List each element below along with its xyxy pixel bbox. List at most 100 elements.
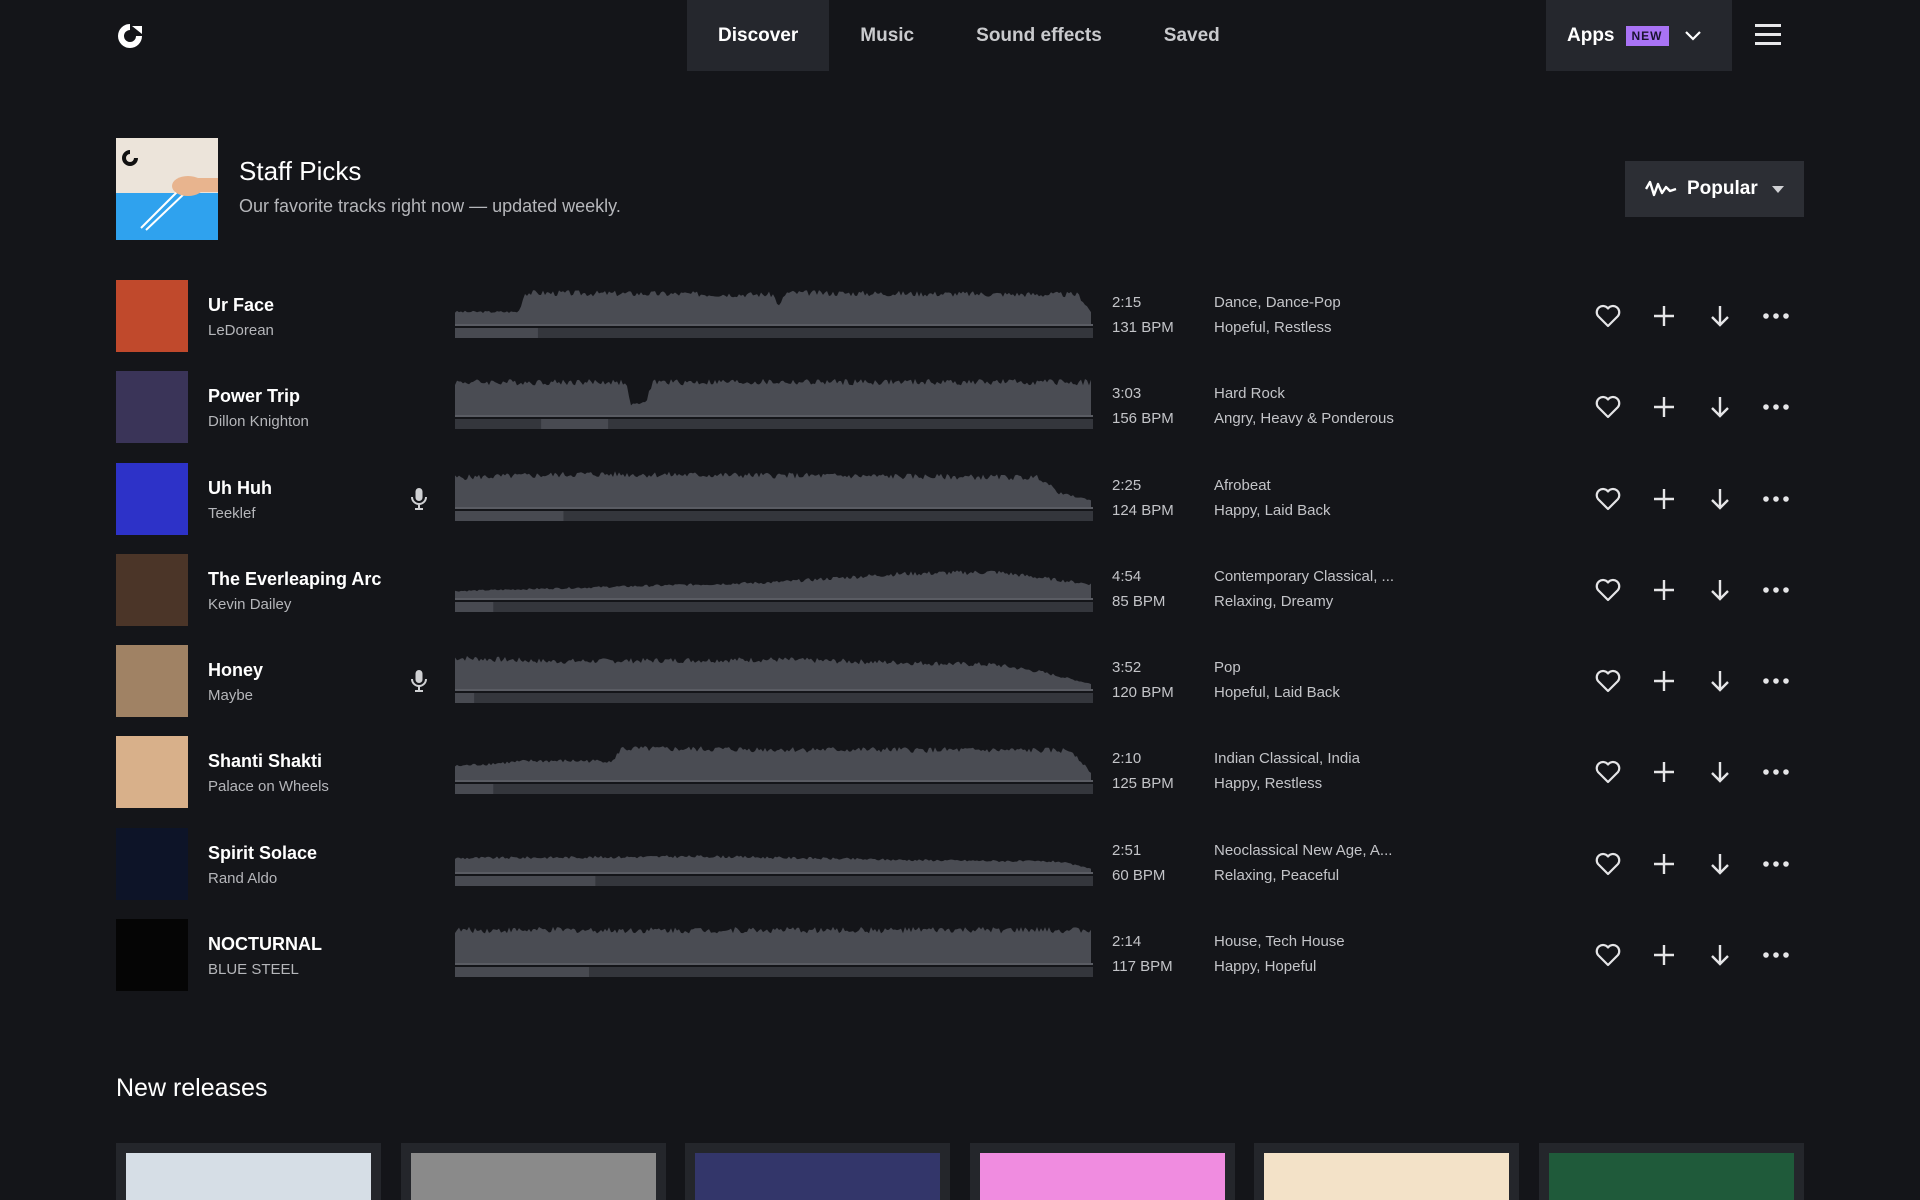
track-artist[interactable]: LeDorean xyxy=(208,322,274,339)
track-actions xyxy=(1580,300,1804,332)
more-icon[interactable] xyxy=(1748,391,1804,423)
release-cover[interactable] xyxy=(126,1153,371,1200)
track-artist[interactable]: BLUE STEEL xyxy=(208,961,299,978)
track-artwork[interactable] xyxy=(116,827,188,900)
track-artwork[interactable] xyxy=(116,371,188,444)
release-card[interactable] xyxy=(1538,1143,1804,1200)
track-waveform[interactable] xyxy=(455,467,1093,531)
release-cover[interactable] xyxy=(1264,1153,1509,1200)
track-row[interactable]: Ur Face LeDorean 2:15 131 BPM Dance, Dan… xyxy=(116,280,1804,371)
track-waveform[interactable] xyxy=(455,649,1093,713)
track-row[interactable]: The Everleaping Arc Kevin Dailey 4:54 85… xyxy=(116,553,1804,645)
download-icon[interactable] xyxy=(1692,756,1748,788)
heart-icon[interactable] xyxy=(1580,574,1636,606)
tab-music[interactable]: Music xyxy=(829,0,945,71)
release-cover[interactable] xyxy=(1548,1153,1794,1200)
heart-icon[interactable] xyxy=(1580,665,1636,697)
more-icon[interactable] xyxy=(1748,300,1804,332)
release-cover[interactable] xyxy=(410,1153,656,1200)
plus-icon[interactable] xyxy=(1636,574,1692,606)
download-icon[interactable] xyxy=(1692,939,1748,971)
heart-icon[interactable] xyxy=(1580,848,1636,880)
track-artist[interactable]: Teeklef xyxy=(208,505,256,522)
plus-icon[interactable] xyxy=(1636,300,1692,332)
chevron-down-icon xyxy=(1684,30,1701,41)
track-title[interactable]: The Everleaping Arc xyxy=(208,569,381,590)
track-title[interactable]: NOCTURNAL xyxy=(208,934,322,955)
download-icon[interactable] xyxy=(1692,391,1748,423)
sort-dropdown[interactable]: Popular xyxy=(1625,161,1804,217)
track-title[interactable]: Uh Huh xyxy=(208,478,272,499)
track-title[interactable]: Power Trip xyxy=(208,386,300,407)
track-moods: Happy, Hopeful xyxy=(1214,958,1317,976)
download-icon[interactable] xyxy=(1692,300,1748,332)
heart-icon[interactable] xyxy=(1580,939,1636,971)
track-duration: 3:03 xyxy=(1112,385,1142,403)
more-icon[interactable] xyxy=(1748,848,1804,880)
plus-icon[interactable] xyxy=(1636,391,1692,423)
download-icon[interactable] xyxy=(1692,483,1748,515)
track-actions xyxy=(1580,848,1804,880)
track-row[interactable]: Shanti Shakti Palace on Wheels 2:10 125 … xyxy=(116,736,1804,827)
heart-icon[interactable] xyxy=(1580,391,1636,423)
track-row[interactable]: Uh Huh Teeklef 2:25 124 BPM Afrobeat Hap… xyxy=(116,462,1804,554)
download-icon[interactable] xyxy=(1692,665,1748,697)
track-title[interactable]: Ur Face xyxy=(208,295,274,316)
tab-saved[interactable]: Saved xyxy=(1133,0,1251,71)
heart-icon[interactable] xyxy=(1580,756,1636,788)
track-waveform[interactable] xyxy=(455,923,1093,987)
plus-icon[interactable] xyxy=(1636,483,1692,515)
track-row[interactable]: Spirit Solace Rand Aldo 2:51 60 BPM Neoc… xyxy=(116,827,1804,919)
release-cover[interactable] xyxy=(979,1153,1225,1200)
download-icon[interactable] xyxy=(1692,848,1748,880)
release-cover[interactable] xyxy=(695,1153,940,1200)
more-icon[interactable] xyxy=(1748,483,1804,515)
track-row[interactable]: Honey Maybe 3:52 120 BPM Pop Hopeful, La… xyxy=(116,645,1804,736)
track-artwork[interactable] xyxy=(116,462,188,535)
track-artist[interactable]: Dillon Knighton xyxy=(208,413,309,430)
track-artwork[interactable] xyxy=(116,645,188,718)
more-icon[interactable] xyxy=(1748,939,1804,971)
plus-icon[interactable] xyxy=(1636,665,1692,697)
heart-icon[interactable] xyxy=(1580,483,1636,515)
track-waveform[interactable] xyxy=(455,375,1093,439)
apps-dropdown[interactable]: Apps NEW xyxy=(1546,0,1732,71)
download-icon[interactable] xyxy=(1692,574,1748,606)
track-artwork[interactable] xyxy=(116,919,188,992)
track-artist[interactable]: Maybe xyxy=(208,687,253,704)
track-artist[interactable]: Rand Aldo xyxy=(208,870,277,887)
heart-icon[interactable] xyxy=(1580,300,1636,332)
release-card[interactable] xyxy=(116,1143,381,1200)
track-title[interactable]: Spirit Solace xyxy=(208,843,317,864)
track-artwork[interactable] xyxy=(116,280,188,352)
hamburger-menu-icon[interactable] xyxy=(1755,24,1781,46)
track-waveform[interactable] xyxy=(455,558,1093,622)
track-artist[interactable]: Palace on Wheels xyxy=(208,778,329,795)
tab-sound-effects[interactable]: Sound effects xyxy=(945,0,1133,71)
track-artwork[interactable] xyxy=(116,736,188,809)
track-title[interactable]: Honey xyxy=(208,660,263,681)
more-icon[interactable] xyxy=(1748,665,1804,697)
tab-discover[interactable]: Discover xyxy=(687,0,830,71)
track-artist[interactable]: Kevin Dailey xyxy=(208,596,291,613)
release-card[interactable] xyxy=(685,1143,950,1200)
release-card[interactable] xyxy=(969,1143,1235,1200)
brand-logo-icon[interactable] xyxy=(116,22,144,50)
plus-icon[interactable] xyxy=(1636,939,1692,971)
release-card[interactable] xyxy=(1254,1143,1519,1200)
plus-icon[interactable] xyxy=(1636,848,1692,880)
track-title[interactable]: Shanti Shakti xyxy=(208,751,322,772)
more-icon[interactable] xyxy=(1748,574,1804,606)
track-artwork[interactable] xyxy=(116,553,188,626)
track-duration: 2:14 xyxy=(1112,933,1142,951)
track-waveform[interactable] xyxy=(455,740,1093,804)
track-row[interactable]: NOCTURNAL BLUE STEEL 2:14 117 BPM House,… xyxy=(116,919,1804,1010)
release-card[interactable] xyxy=(400,1143,666,1200)
track-waveform[interactable] xyxy=(455,284,1093,348)
more-icon[interactable] xyxy=(1748,756,1804,788)
plus-icon[interactable] xyxy=(1636,756,1692,788)
microphone-icon xyxy=(409,487,429,511)
track-actions xyxy=(1580,391,1804,423)
track-waveform[interactable] xyxy=(455,832,1093,896)
track-row[interactable]: Power Trip Dillon Knighton 3:03 156 BPM … xyxy=(116,371,1804,462)
